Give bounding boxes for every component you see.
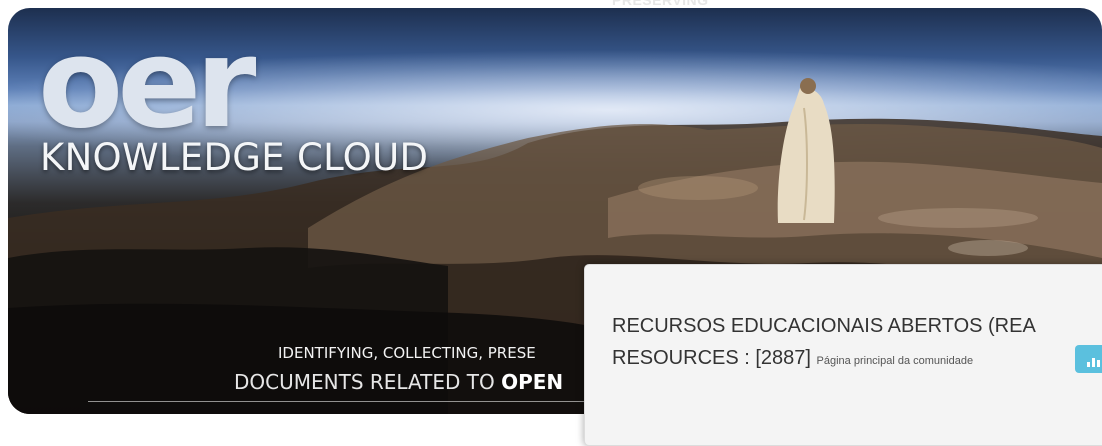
banner-title: KNOWLEDGE CLOUD xyxy=(40,136,429,179)
community-title: RECURSOS EDUCACIONAIS ABERTOS (REA xyxy=(612,315,1036,337)
community-header-panel: RECURSOS EDUCACIONAIS ABERTOS (REA RESOU… xyxy=(584,264,1102,446)
banner-tagline-line1: IDENTIFYING, COLLECTING, PRESE xyxy=(278,344,536,362)
banner-tagline-emphasis: OPEN xyxy=(501,370,564,394)
community-item-count: RESOURCES : [2887] xyxy=(612,347,811,369)
community-home-link[interactable]: Página principal da comunidade xyxy=(817,355,974,367)
bar-chart-icon xyxy=(1086,362,1090,367)
header-ghost-text: PRESERVING xyxy=(612,0,709,8)
bar-chart-icon-bar xyxy=(1091,358,1095,367)
community-stats-button[interactable] xyxy=(1075,345,1102,373)
banner-tagline-line2: DOCUMENTS RELATED TO OPEN xyxy=(234,370,564,394)
community-subtitle-row: RESOURCES : [2887] Página principal da c… xyxy=(612,347,973,370)
tagline-divider xyxy=(88,401,588,402)
bar-chart-icon-bar xyxy=(1096,360,1100,367)
oer-logo[interactable]: oer xyxy=(38,22,256,146)
